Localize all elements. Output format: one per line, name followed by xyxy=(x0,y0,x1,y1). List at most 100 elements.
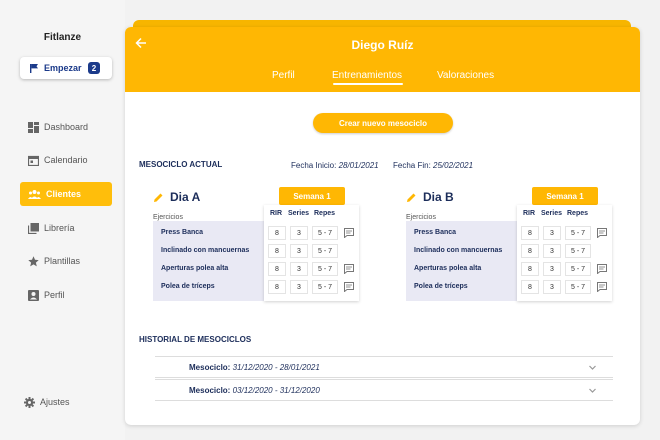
rir-input[interactable]: 8 xyxy=(268,226,286,240)
day-block-a: Dia A Semana 1 Ejercicios Press Banca In… xyxy=(153,187,363,302)
series-input[interactable]: 3 xyxy=(290,280,308,294)
rir-input[interactable]: 8 xyxy=(268,244,286,258)
library-icon xyxy=(28,222,39,234)
brand-name: Fitlanze xyxy=(43,32,82,43)
history-item-text: Mesociclo: 03/12/2020 - 31/12/2020 xyxy=(189,386,320,395)
reps-input[interactable]: 5 - 7 xyxy=(565,280,591,294)
exercise-name: Polea de tríceps xyxy=(161,283,215,290)
pencil-icon[interactable] xyxy=(153,192,164,203)
sidebar-item-clientes[interactable]: Clientes xyxy=(20,182,112,206)
pencil-icon[interactable] xyxy=(406,192,417,203)
start-button-label: Empezar xyxy=(44,63,82,73)
client-name: Diego Ruíz xyxy=(351,38,414,52)
day-title: Dia A xyxy=(153,190,200,204)
create-mesocycle-button[interactable]: Crear nuevo mesociclo xyxy=(313,113,453,133)
reps-input[interactable]: 5 - 7 xyxy=(312,262,338,276)
history-title: HISTORIAL DE MESOCICLOS xyxy=(139,335,252,344)
series-input[interactable]: 3 xyxy=(290,244,308,258)
exercise-name: Press Banca xyxy=(161,229,204,236)
sidebar-item-label: Ajustes xyxy=(40,397,70,407)
end-date: Fecha Fin: 25/02/2021 xyxy=(393,161,473,170)
reps-input[interactable]: 5 - 7 xyxy=(565,262,591,276)
exercise-name: Polea de tríceps xyxy=(414,283,468,290)
series-header: Series xyxy=(541,210,563,217)
start-date: Fecha Inicio: 28/01/2021 xyxy=(291,161,379,170)
exercise-values: RIR Series Repes 8 3 5 - 7 8 3 5 - 7 8 3… xyxy=(517,205,612,301)
star-icon xyxy=(28,255,39,266)
current-mesocycle-title: MESOCICLO ACTUAL xyxy=(139,160,223,169)
start-date-value: 28/01/2021 xyxy=(338,161,379,170)
series-input[interactable]: 3 xyxy=(290,262,308,276)
exercise-list: Press Banca Inclinado con mancuernas Ape… xyxy=(406,221,517,301)
comment-icon[interactable] xyxy=(344,228,354,238)
exercise-values: RIR Series Repes 8 3 5 - 7 8 3 5 - 7 8 3… xyxy=(264,205,359,301)
exercise-name: Press Banca xyxy=(414,229,457,236)
exercises-header: Ejercicios xyxy=(406,214,436,221)
history-item[interactable]: Mesociclo: 03/12/2020 - 31/12/2020 xyxy=(155,379,613,401)
start-date-label: Fecha Inicio: xyxy=(291,161,337,170)
client-header: Diego Ruíz Perfil Entrenamientos Valorac… xyxy=(125,27,640,92)
tab-entrenamientos[interactable]: Entrenamientos xyxy=(332,70,402,81)
end-date-label: Fecha Fin: xyxy=(393,161,431,170)
reps-header: Repes xyxy=(314,210,336,217)
sidebar-item-ajustes[interactable]: Ajustes xyxy=(16,390,108,414)
chevron-down-icon[interactable] xyxy=(588,363,597,372)
sidebar: Fitlanze Empezar 2 Dashboard Calendario … xyxy=(0,0,125,440)
sidebar-item-perfil[interactable]: Perfil xyxy=(20,283,112,307)
sidebar-item-plantillas[interactable]: Plantillas xyxy=(20,249,112,273)
rir-input[interactable]: 8 xyxy=(521,244,539,258)
reps-header: Repes xyxy=(567,210,589,217)
rir-input[interactable]: 8 xyxy=(521,262,539,276)
tab-perfil[interactable]: Perfil xyxy=(272,70,295,81)
comment-icon[interactable] xyxy=(597,264,607,274)
client-card: Diego Ruíz Perfil Entrenamientos Valorac… xyxy=(125,27,640,425)
sidebar-item-dashboard[interactable]: Dashboard xyxy=(20,115,112,139)
series-input[interactable]: 3 xyxy=(543,226,561,240)
start-button[interactable]: Empezar 2 xyxy=(20,57,112,79)
rir-input[interactable]: 8 xyxy=(268,262,286,276)
week-button[interactable]: Semana 1 xyxy=(279,187,345,205)
rir-input[interactable]: 8 xyxy=(521,280,539,294)
rir-header: RIR xyxy=(523,210,536,217)
rir-header: RIR xyxy=(270,210,283,217)
exercises-header: Ejercicios xyxy=(153,214,183,221)
series-input[interactable]: 3 xyxy=(543,280,561,294)
active-tab-indicator xyxy=(333,83,403,85)
reps-input[interactable]: 5 - 7 xyxy=(565,244,591,258)
sidebar-item-label: Calendario xyxy=(44,155,88,165)
rir-input[interactable]: 8 xyxy=(268,280,286,294)
sidebar-item-label: Dashboard xyxy=(44,122,89,132)
day-title-text: Dia A xyxy=(170,190,201,204)
reps-input[interactable]: 5 - 7 xyxy=(565,226,591,240)
day-title-text: Dia B xyxy=(423,190,454,204)
series-input[interactable]: 3 xyxy=(543,262,561,276)
reps-input[interactable]: 5 - 7 xyxy=(312,226,338,240)
sidebar-item-libreria[interactable]: Librería xyxy=(20,216,112,240)
rir-input[interactable]: 8 xyxy=(521,226,539,240)
series-header: Series xyxy=(288,210,310,217)
sidebar-item-calendario[interactable]: Calendario xyxy=(20,148,112,172)
week-button[interactable]: Semana 1 xyxy=(532,187,598,205)
reps-input[interactable]: 5 - 7 xyxy=(312,280,338,294)
series-input[interactable]: 3 xyxy=(290,226,308,240)
dashboard-icon xyxy=(28,121,39,133)
sidebar-item-label: Clientes xyxy=(46,189,82,199)
comment-icon[interactable] xyxy=(344,282,354,292)
history-item-text: Mesociclo: 31/12/2020 - 28/01/2021 xyxy=(189,363,320,372)
exercise-name: Inclinado con mancuernas xyxy=(161,247,250,254)
people-icon xyxy=(28,190,41,199)
exercise-name: Aperturas polea alta xyxy=(161,265,229,272)
tab-valoraciones[interactable]: Valoraciones xyxy=(437,70,494,81)
chevron-down-icon[interactable] xyxy=(588,386,597,395)
comment-icon[interactable] xyxy=(597,228,607,238)
series-input[interactable]: 3 xyxy=(543,244,561,258)
reps-input[interactable]: 5 - 7 xyxy=(312,244,338,258)
start-badge: 2 xyxy=(88,62,100,74)
comment-icon[interactable] xyxy=(344,264,354,274)
comment-icon[interactable] xyxy=(597,282,607,292)
history-item[interactable]: Mesociclo: 31/12/2020 - 28/01/2021 xyxy=(155,356,613,378)
sidebar-item-label: Librería xyxy=(44,223,75,233)
sidebar-item-label: Plantillas xyxy=(44,256,81,266)
history-item-range: 03/12/2020 - 31/12/2020 xyxy=(232,386,320,395)
end-date-value: 25/02/2021 xyxy=(433,161,474,170)
